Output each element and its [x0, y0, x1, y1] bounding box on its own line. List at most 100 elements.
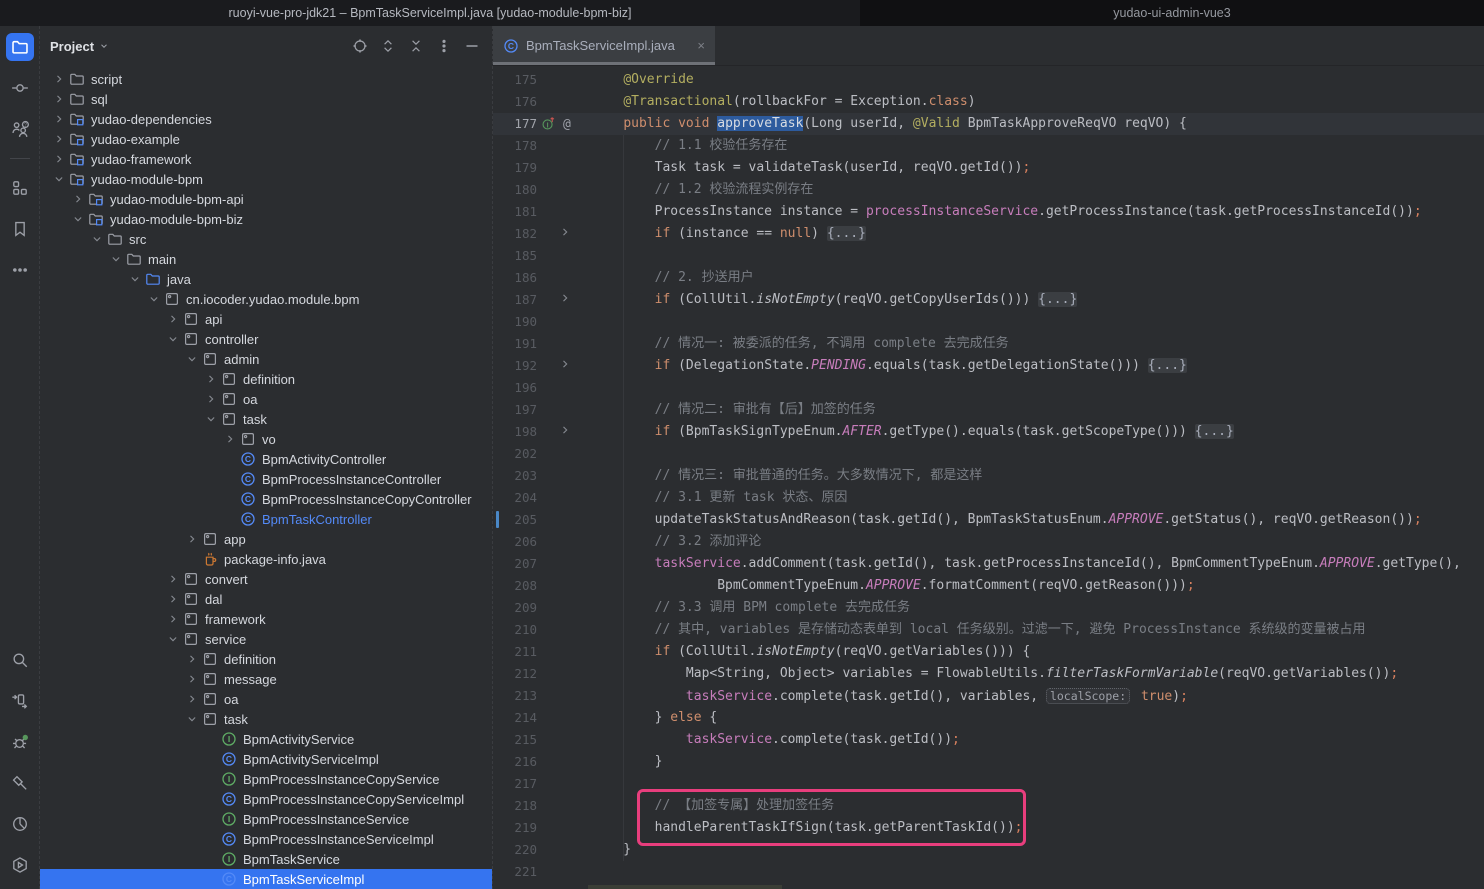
- tree-item-yudao-module-bpm[interactable]: yudao-module-bpm: [40, 169, 492, 189]
- code-line-181[interactable]: 181 ProcessInstance instance = processIn…: [493, 201, 1484, 223]
- code-line-177[interactable]: 177I@ public void approveTask(Long userI…: [493, 113, 1484, 135]
- tab-close-icon[interactable]: ×: [697, 39, 705, 52]
- code-line-203[interactable]: 203 // 情况三: 审批普通的任务。大多数情况下, 都是这样: [493, 465, 1484, 487]
- code-line-215[interactable]: 215 taskService.complete(task.getId());: [493, 729, 1484, 751]
- tree-item-definition[interactable]: definition: [40, 649, 492, 669]
- chevron-right-icon[interactable]: [164, 313, 182, 325]
- tree-item-task[interactable]: task: [40, 409, 492, 429]
- chevron-down-icon[interactable]: [126, 273, 144, 285]
- tree-item-controller[interactable]: controller: [40, 329, 492, 349]
- code-line-216[interactable]: 216 }: [493, 751, 1484, 773]
- tree-item-api[interactable]: api: [40, 309, 492, 329]
- tree-item-oa[interactable]: oa: [40, 689, 492, 709]
- fold-chevron-icon[interactable]: [559, 292, 571, 304]
- code-line-212[interactable]: 212 Map<String, Object> variables = Flow…: [493, 663, 1484, 685]
- tree-item-yudao-dependencies[interactable]: yudao-dependencies: [40, 109, 492, 129]
- folded-block[interactable]: {...}: [827, 226, 866, 241]
- chevron-down-icon[interactable]: [164, 333, 182, 345]
- chevron-right-icon[interactable]: [50, 153, 68, 165]
- tree-item-bpmtaskcontroller[interactable]: CBpmTaskController: [40, 509, 492, 529]
- tree-item-yudao-framework[interactable]: yudao-framework: [40, 149, 492, 169]
- code-line-214[interactable]: 214 } else {: [493, 707, 1484, 729]
- toolwindow-search-button[interactable]: [6, 646, 34, 674]
- toolwindow-endpoints-button[interactable]: [6, 687, 34, 715]
- chevron-right-icon[interactable]: [164, 573, 182, 585]
- chevron-right-icon[interactable]: [50, 73, 68, 85]
- toolwindow-commit-button[interactable]: [6, 74, 34, 102]
- toolwindow-profiler-button[interactable]: [6, 810, 34, 838]
- tree-item-bpmprocessinstancecopyserviceimpl[interactable]: CBpmProcessInstanceCopyServiceImpl: [40, 789, 492, 809]
- chevron-right-icon[interactable]: [221, 433, 239, 445]
- tree-item-yudao-example[interactable]: yudao-example: [40, 129, 492, 149]
- tree-item-cn-iocoder-yudao-module-bpm[interactable]: cn.iocoder.yudao.module.bpm: [40, 289, 492, 309]
- toolwindow-structure-button[interactable]: [6, 174, 34, 202]
- tree-item-convert[interactable]: convert: [40, 569, 492, 589]
- chevron-down-icon[interactable]: [202, 413, 220, 425]
- code-line-219[interactable]: 219 handleParentTaskIfSign(task.getParen…: [493, 817, 1484, 839]
- code-line-207[interactable]: 207 taskService.addComment(task.getId(),…: [493, 553, 1484, 575]
- toolwindow-more-tool-windows-button[interactable]: [6, 256, 34, 284]
- chevron-right-icon[interactable]: [164, 613, 182, 625]
- project-view-selector[interactable]: Project: [50, 39, 109, 54]
- chevron-down-icon[interactable]: [107, 253, 125, 265]
- tree-item-bpmtaskserviceimpl[interactable]: CBpmTaskServiceImpl: [40, 869, 492, 889]
- code-line-213[interactable]: 213 taskService.complete(task.getId(), v…: [493, 685, 1484, 707]
- code-line-180[interactable]: 180 // 1.2 校验流程实例存在: [493, 179, 1484, 201]
- code-line-176[interactable]: 176 @Transactional(rollbackFor = Excepti…: [493, 91, 1484, 113]
- code-line-191[interactable]: 191 // 情况一: 被委派的任务, 不调用 complete 去完成任务: [493, 333, 1484, 355]
- chevron-right-icon[interactable]: [183, 533, 201, 545]
- chevron-right-icon[interactable]: [183, 693, 201, 705]
- code-area[interactable]: 175 @Override176 @Transactional(rollback…: [493, 66, 1484, 889]
- folded-block[interactable]: {...}: [1195, 424, 1234, 439]
- chevron-right-icon[interactable]: [50, 93, 68, 105]
- code-line-221[interactable]: 221: [493, 861, 1484, 883]
- tree-item-app[interactable]: app: [40, 529, 492, 549]
- chevron-down-icon[interactable]: [88, 233, 106, 245]
- chevron-down-icon[interactable]: [183, 713, 201, 725]
- code-line-218[interactable]: 218 // 【加签专属】处理加签任务: [493, 795, 1484, 817]
- tree-item-bpmprocessinstanceservice[interactable]: IBpmProcessInstanceService: [40, 809, 492, 829]
- code-line-182[interactable]: 182 if (instance == null) {...}: [493, 223, 1484, 245]
- tree-item-bpmtaskservice[interactable]: IBpmTaskService: [40, 849, 492, 869]
- folded-block[interactable]: {...}: [1038, 292, 1077, 307]
- code-line-205[interactable]: 205 updateTaskStatusAndReason(task.getId…: [493, 509, 1484, 531]
- toolwindow-build-button[interactable]: [6, 769, 34, 797]
- chevron-right-icon[interactable]: [202, 393, 220, 405]
- tree-item-src[interactable]: src: [40, 229, 492, 249]
- tree-item-oa[interactable]: oa: [40, 389, 492, 409]
- code-line-206[interactable]: 206 // 3.2 添加评论: [493, 531, 1484, 553]
- tree-item-yudao-module-bpm-api[interactable]: yudao-module-bpm-api: [40, 189, 492, 209]
- tree-item-bpmactivityserviceimpl[interactable]: CBpmActivityServiceImpl: [40, 749, 492, 769]
- code-line-202[interactable]: 202: [493, 443, 1484, 465]
- code-line-197[interactable]: 197 // 情况二: 审批有【后】加签的任务: [493, 399, 1484, 421]
- toolwindow-pull-requests-button[interactable]: ?: [6, 115, 34, 143]
- tree-item-main[interactable]: main: [40, 249, 492, 269]
- chevron-down-icon[interactable]: [145, 293, 163, 305]
- code-line-187[interactable]: 187 if (CollUtil.isNotEmpty(reqVO.getCop…: [493, 289, 1484, 311]
- chevron-right-icon[interactable]: [183, 673, 201, 685]
- code-line-186[interactable]: 186 // 2. 抄送用户: [493, 267, 1484, 289]
- fold-chevron-icon[interactable]: [559, 226, 571, 238]
- code-line-179[interactable]: 179 Task task = validateTask(userId, req…: [493, 157, 1484, 179]
- toolwindow-services-button[interactable]: [6, 851, 34, 879]
- tree-item-admin[interactable]: admin: [40, 349, 492, 369]
- tree-item-bpmprocessinstancecontroller[interactable]: CBpmProcessInstanceController: [40, 469, 492, 489]
- tree-item-task[interactable]: task: [40, 709, 492, 729]
- tree-item-java[interactable]: java: [40, 269, 492, 289]
- tree-item-vo[interactable]: vo: [40, 429, 492, 449]
- code-line-178[interactable]: 178 // 1.1 校验任务存在: [493, 135, 1484, 157]
- implements-indicator-icon[interactable]: I: [541, 116, 556, 131]
- code-line-204[interactable]: 204 // 3.1 更新 task 状态、原因: [493, 487, 1484, 509]
- expand-all-icon[interactable]: [380, 38, 396, 54]
- tree-item-definition[interactable]: definition: [40, 369, 492, 389]
- folded-block[interactable]: {...}: [1148, 358, 1187, 373]
- code-line-208[interactable]: 208 BpmCommentTypeEnum.APPROVE.formatCom…: [493, 575, 1484, 597]
- chevron-right-icon[interactable]: [183, 653, 201, 665]
- code-line-190[interactable]: 190: [493, 311, 1484, 333]
- code-line-192[interactable]: 192 if (DelegationState.PENDING.equals(t…: [493, 355, 1484, 377]
- chevron-right-icon[interactable]: [69, 193, 87, 205]
- tree-item-bpmactivityservice[interactable]: IBpmActivityService: [40, 729, 492, 749]
- code-line-185[interactable]: 185: [493, 245, 1484, 267]
- tree-item-script[interactable]: script: [40, 69, 492, 89]
- options-icon[interactable]: [436, 38, 452, 54]
